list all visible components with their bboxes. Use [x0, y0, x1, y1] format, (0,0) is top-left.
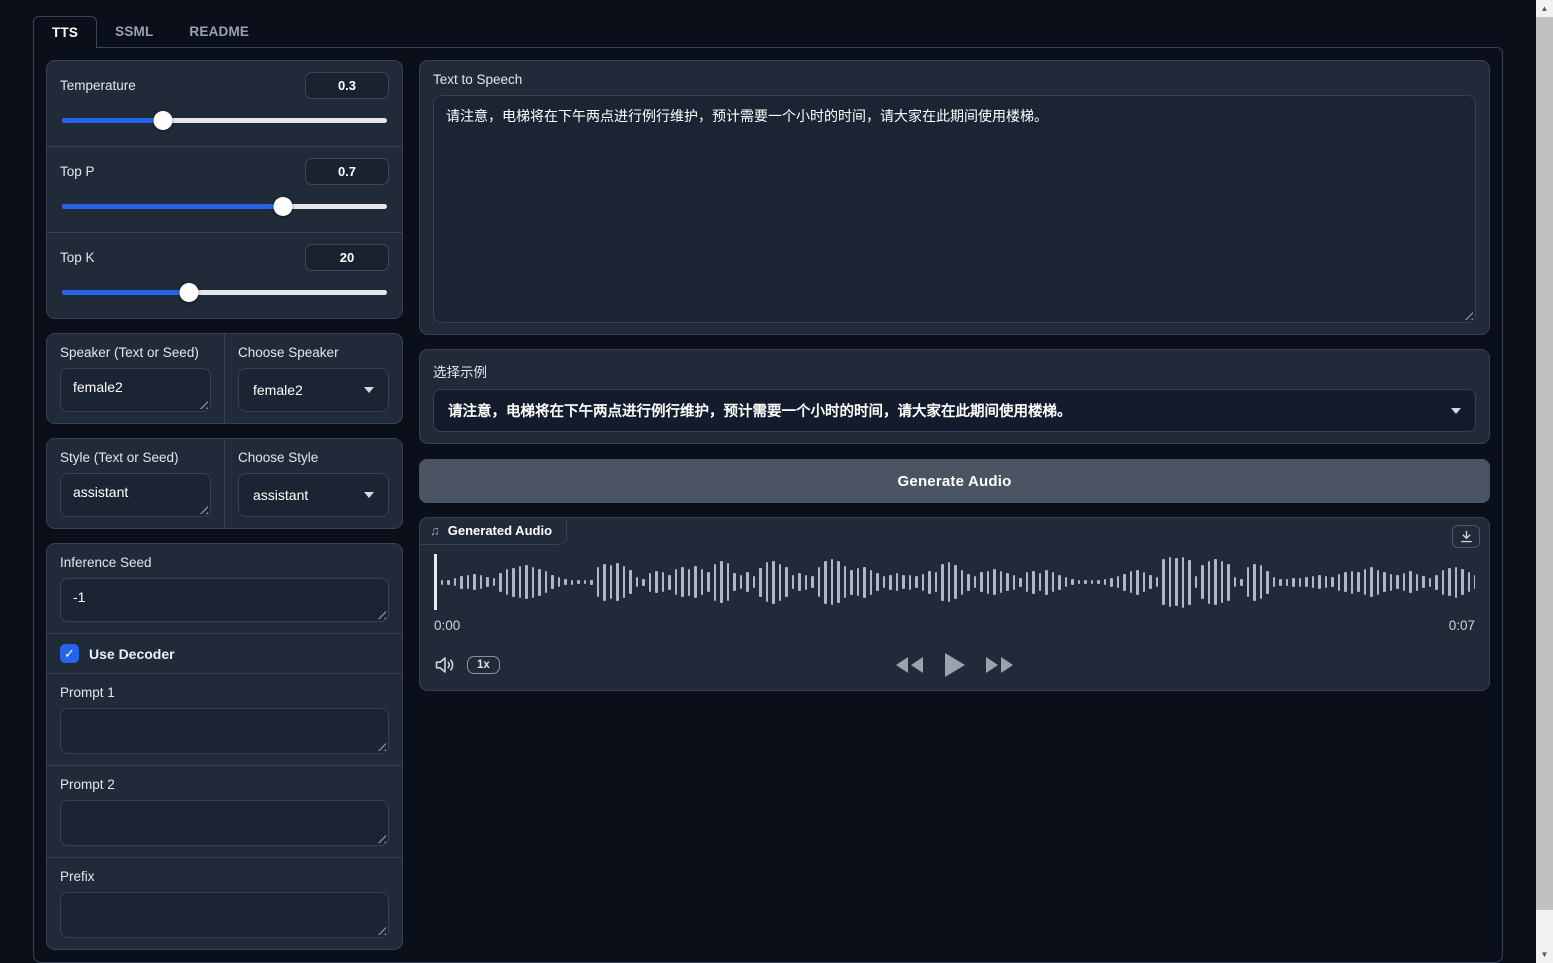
- prompt2-label: Prompt 2: [60, 777, 389, 792]
- chevron-down-icon: [1451, 408, 1461, 414]
- prompt1-label: Prompt 1: [60, 685, 389, 700]
- temperature-label: Temperature: [60, 78, 136, 93]
- scrollbar-down-arrow-icon[interactable]: ▼: [1536, 946, 1553, 963]
- prompt1-input[interactable]: [60, 708, 389, 754]
- temperature-slider-thumb[interactable]: [153, 111, 172, 130]
- tab-bar: TTS SSML README: [33, 14, 1503, 47]
- top-p-value-input[interactable]: 0.7: [305, 158, 389, 185]
- browser-scrollbar[interactable]: ▲ ▼: [1536, 0, 1553, 963]
- examples-label: 选择示例: [433, 361, 1476, 381]
- choose-speaker-dropdown[interactable]: female2: [238, 368, 389, 412]
- download-icon: [1460, 530, 1473, 543]
- top-p-slider-thumb[interactable]: [274, 197, 293, 216]
- top-p-row: Top P 0.7: [47, 146, 402, 232]
- style-text-label: Style (Text or Seed): [60, 450, 211, 465]
- speaker-group: Speaker (Text or Seed) female2 Choose Sp…: [46, 333, 403, 424]
- prefix-row: Prefix: [47, 857, 402, 949]
- temperature-row: Temperature 0.3: [47, 61, 402, 146]
- top-k-slider[interactable]: [62, 283, 387, 301]
- inference-seed-input[interactable]: -1: [60, 578, 389, 622]
- playback-speed-button[interactable]: 1x: [467, 656, 500, 674]
- tab-readme[interactable]: README: [171, 16, 267, 47]
- time-row: 0:00 0:07: [434, 618, 1475, 633]
- prefix-input[interactable]: [60, 892, 389, 938]
- tab-tts[interactable]: TTS: [33, 16, 97, 48]
- inference-seed-row: Inference Seed -1: [47, 544, 402, 633]
- prompt2-input[interactable]: [60, 800, 389, 846]
- waveform[interactable]: [434, 552, 1475, 612]
- choose-style-label: Choose Style: [238, 450, 389, 465]
- temperature-slider[interactable]: [62, 111, 387, 129]
- examples-selected-value: 请注意，电梯将在下午两点进行例行维护，预计需要一个小时的时间，请大家在此期间使用…: [448, 400, 1072, 421]
- player-controls: 1x: [434, 646, 1475, 684]
- sampling-params-group: Temperature 0.3 Top P 0.7: [46, 60, 403, 319]
- rewind-icon[interactable]: [894, 655, 924, 675]
- style-choose-cell: Choose Style assistant: [224, 439, 402, 528]
- top-k-row: Top K 20: [47, 232, 402, 318]
- prompt1-row: Prompt 1: [47, 673, 402, 765]
- current-time: 0:00: [434, 618, 460, 633]
- generated-audio-player: ♫ Generated Audio 0:00 0:07: [419, 517, 1490, 691]
- app-root: TTS SSML README Temperature 0.3: [33, 14, 1503, 963]
- choose-speaker-label: Choose Speaker: [238, 345, 389, 360]
- inference-seed-label: Inference Seed: [60, 555, 389, 570]
- main-column: Text to Speech 请注意，电梯将在下午两点进行例行维护，预计需要一个…: [419, 60, 1490, 950]
- tab-ssml[interactable]: SSML: [97, 16, 171, 47]
- chevron-down-icon: [364, 387, 374, 393]
- scrollbar-up-arrow-icon[interactable]: ▲: [1536, 0, 1553, 17]
- text-to-speech-panel: Text to Speech 请注意，电梯将在下午两点进行例行维护，预计需要一个…: [419, 60, 1490, 335]
- advanced-group: Inference Seed -1 ✓ Use Decoder Prompt 1: [46, 543, 403, 950]
- examples-dropdown[interactable]: 请注意，电梯将在下午两点进行例行维护，预计需要一个小时的时间，请大家在此期间使用…: [433, 389, 1476, 432]
- duration: 0:07: [1449, 618, 1475, 633]
- fast-forward-icon[interactable]: [985, 655, 1015, 675]
- style-text-cell: Style (Text or Seed) assistant: [47, 439, 224, 528]
- examples-panel: 选择示例 请注意，电梯将在下午两点进行例行维护，预计需要一个小时的时间，请大家在…: [419, 349, 1490, 444]
- use-decoder-row: ✓ Use Decoder: [47, 633, 402, 673]
- choose-speaker-value: female2: [253, 382, 303, 398]
- music-note-icon: ♫: [430, 523, 440, 538]
- generated-audio-tab[interactable]: ♫ Generated Audio: [420, 518, 567, 545]
- top-p-slider[interactable]: [62, 197, 387, 215]
- use-decoder-checkbox[interactable]: ✓: [60, 644, 79, 663]
- use-decoder-label: Use Decoder: [89, 646, 175, 662]
- top-k-label: Top K: [60, 250, 95, 265]
- top-p-label: Top P: [60, 164, 95, 179]
- tts-tab-panel: Temperature 0.3 Top P 0.7: [33, 47, 1503, 963]
- prompt2-row: Prompt 2: [47, 765, 402, 857]
- play-icon[interactable]: [942, 651, 967, 679]
- volume-icon[interactable]: [434, 655, 457, 675]
- generated-audio-title: Generated Audio: [448, 523, 552, 538]
- speaker-text-cell: Speaker (Text or Seed) female2: [47, 334, 224, 423]
- top-k-value-input[interactable]: 20: [305, 244, 389, 271]
- top-k-slider-thumb[interactable]: [179, 283, 198, 302]
- style-text-input[interactable]: assistant: [60, 473, 211, 517]
- speaker-text-label: Speaker (Text or Seed): [60, 345, 211, 360]
- speaker-text-input[interactable]: female2: [60, 368, 211, 412]
- style-group: Style (Text or Seed) assistant Choose St…: [46, 438, 403, 529]
- choose-style-value: assistant: [253, 487, 308, 503]
- prefix-label: Prefix: [60, 869, 389, 884]
- text-to-speech-label: Text to Speech: [433, 72, 1476, 87]
- settings-column: Temperature 0.3 Top P 0.7: [46, 60, 403, 950]
- chevron-down-icon: [364, 492, 374, 498]
- generate-audio-button[interactable]: Generate Audio: [419, 459, 1490, 503]
- temperature-value-input[interactable]: 0.3: [305, 72, 389, 99]
- playhead-cursor[interactable]: [434, 554, 437, 610]
- scrollbar-thumb[interactable]: [1536, 17, 1553, 910]
- speaker-choose-cell: Choose Speaker female2: [224, 334, 402, 423]
- text-to-speech-input[interactable]: 请注意，电梯将在下午两点进行例行维护，预计需要一个小时的时间，请大家在此期间使用…: [433, 95, 1476, 323]
- download-button[interactable]: [1452, 525, 1480, 548]
- choose-style-dropdown[interactable]: assistant: [238, 473, 389, 517]
